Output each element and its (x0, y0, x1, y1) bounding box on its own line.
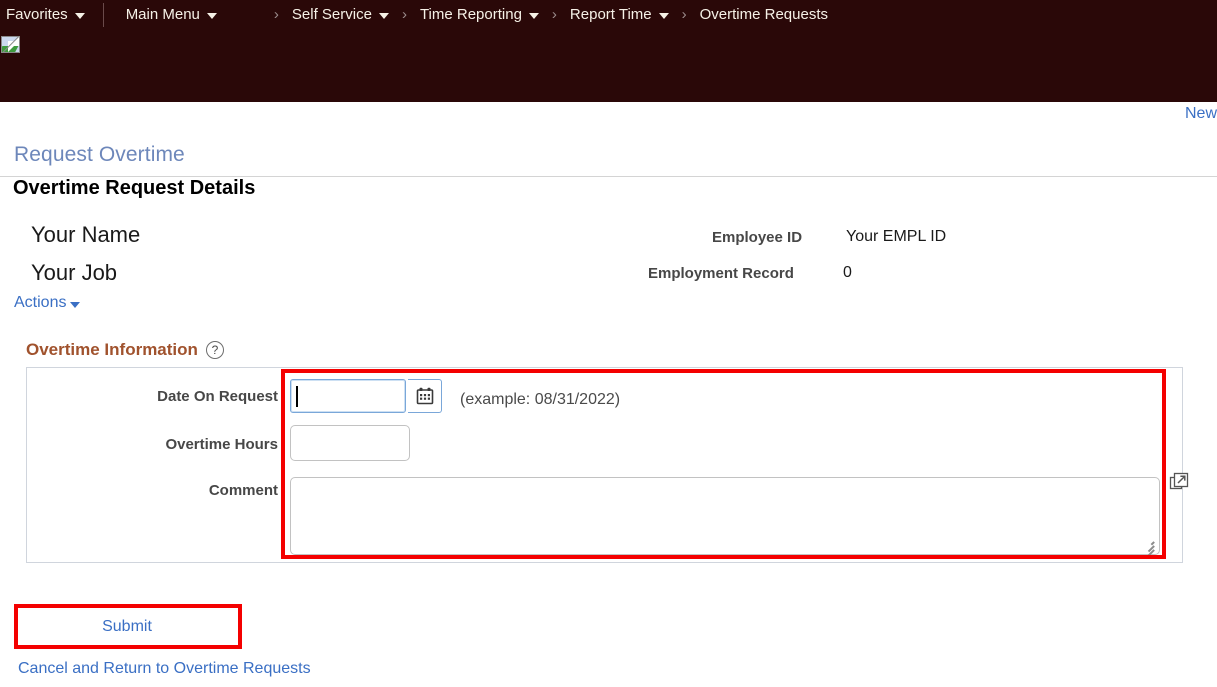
cancel-and-return-link[interactable]: Cancel and Return to Overtime Requests (18, 660, 311, 678)
comment-textarea[interactable] (290, 477, 1160, 555)
overtime-information-title: Overtime Information (26, 340, 198, 359)
actions-menu-label: Actions (14, 294, 67, 311)
employee-job-title: Your Job (31, 260, 118, 285)
breadcrumb-time-reporting[interactable]: Time Reporting (420, 7, 539, 22)
date-on-request-label: Date On Request (157, 388, 278, 405)
employee-id-label: Employee ID (712, 229, 803, 246)
top-header-bar: Favorites Main Menu › Self Service › Tim… (0, 0, 1217, 102)
help-icon[interactable]: ? (205, 341, 224, 359)
date-format-example: (example: 08/31/2022) (460, 391, 621, 408)
breadcrumb-report-time-label: Report Time (569, 6, 652, 23)
chevron-down-icon (206, 12, 217, 19)
expand-popout-icon (1169, 472, 1189, 490)
breadcrumb-overtime-requests[interactable]: Overtime Requests (700, 7, 828, 22)
menu-divider (102, 2, 104, 27)
utility-link-row: New (0, 102, 1217, 136)
calendar-icon (416, 387, 433, 405)
date-on-request-input[interactable] (290, 379, 406, 413)
submit-button[interactable]: Submit (24, 609, 230, 644)
breadcrumb-self-service-label: Self Service (291, 6, 372, 23)
employment-record-value: 0 (843, 264, 852, 281)
overtime-hours-input[interactable] (290, 425, 410, 461)
text-cursor (296, 386, 298, 407)
page-title: Request Overtime (14, 143, 185, 166)
employee-id-value: Your EMPL ID (846, 228, 947, 245)
menu-item-favorites[interactable]: Favorites (0, 7, 85, 22)
breadcrumb-self-service[interactable]: Self Service (292, 7, 389, 22)
overtime-information-header: Overtime Information ? (26, 340, 224, 360)
new-window-link[interactable]: New (1185, 105, 1217, 123)
breadcrumb-time-reporting-label: Time Reporting (419, 6, 522, 23)
chevron-down-icon (528, 12, 539, 19)
breadcrumb-arrow-icon: › (273, 6, 279, 23)
broken-image-icon (1, 36, 20, 53)
breadcrumb-arrow-icon: › (551, 6, 557, 23)
comment-label: Comment (208, 482, 278, 499)
menu-item-favorites-label: Favorites (6, 6, 68, 23)
chevron-down-icon (658, 12, 669, 19)
section-heading: Overtime Request Details (13, 177, 256, 199)
expand-comment-button[interactable] (1169, 472, 1189, 492)
breadcrumb-overtime-requests-label: Overtime Requests (699, 6, 829, 23)
chevron-down-icon (378, 12, 389, 19)
global-menu-bar: Favorites Main Menu › Self Service › Tim… (0, 0, 1217, 29)
broken-image-tear-bottom (8, 41, 19, 52)
employee-name: Your Name (31, 222, 141, 247)
breadcrumb-arrow-icon: › (401, 6, 407, 23)
calendar-icon-button[interactable] (408, 379, 442, 413)
employment-record-label: Employment Record (648, 265, 794, 282)
chevron-down-icon (70, 302, 81, 308)
menu-item-main-menu-label: Main Menu (125, 6, 200, 23)
chevron-down-icon (74, 12, 85, 19)
breadcrumb-report-time[interactable]: Report Time (570, 7, 669, 22)
actions-menu-link[interactable]: Actions (14, 294, 81, 312)
menu-item-main-menu[interactable]: Main Menu (126, 7, 217, 22)
overtime-hours-label: Overtime Hours (165, 436, 278, 453)
breadcrumb-arrow-icon: › (681, 6, 687, 23)
